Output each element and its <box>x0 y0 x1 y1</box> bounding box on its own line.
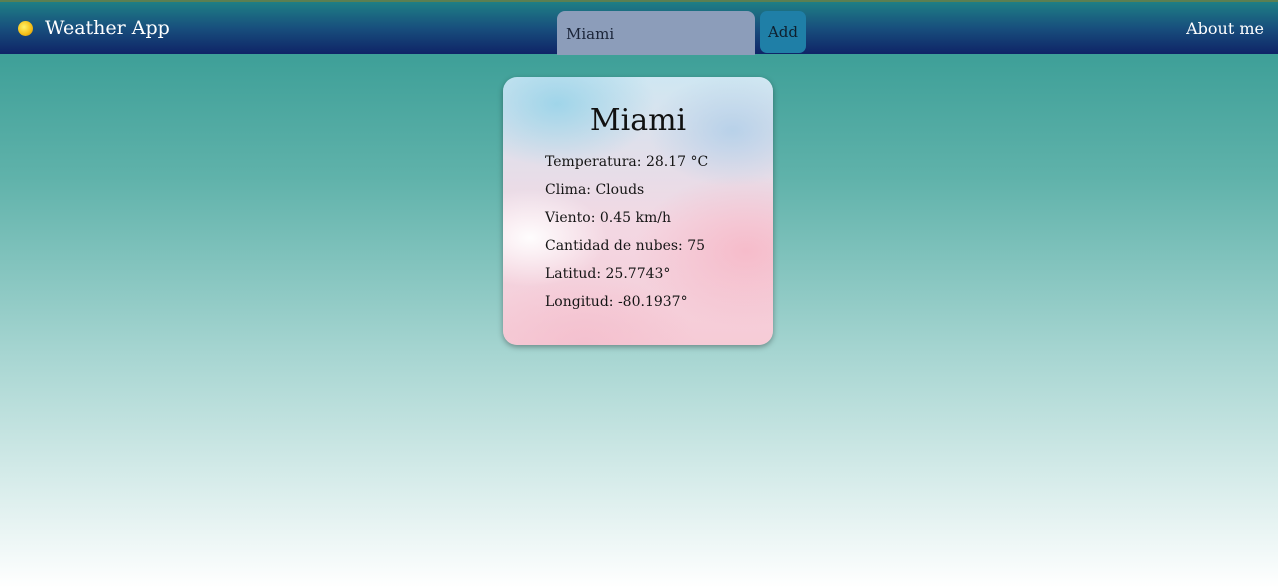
add-button[interactable]: Add <box>760 11 806 53</box>
latitude-value: Latitud: 25.7743° <box>545 266 671 282</box>
brand[interactable]: Weather App <box>18 2 170 54</box>
city-search-input[interactable] <box>557 11 755 55</box>
wind-speed: Viento: 0.45 km/h <box>545 210 671 226</box>
top-navbar: Weather App Add About me <box>0 0 1278 55</box>
longitude-value: Longitud: -80.1937° <box>545 294 688 310</box>
search-form: Add <box>557 11 806 55</box>
cloud-amount: Cantidad de nubes: 75 <box>545 238 706 254</box>
temperature-value: Temperatura: 28.17 °C <box>545 154 709 170</box>
weather-condition: Clima: Clouds <box>545 182 645 198</box>
about-me-link[interactable]: About me <box>1186 2 1264 54</box>
weather-details: Temperatura: 28.17 °C Clima: Clouds Vien… <box>545 152 708 320</box>
app-title: Weather App <box>45 17 170 39</box>
sun-icon <box>18 20 33 36</box>
weather-card: Miami Temperatura: 28.17 °C Clima: Cloud… <box>503 77 773 345</box>
city-name: Miami <box>589 103 687 138</box>
